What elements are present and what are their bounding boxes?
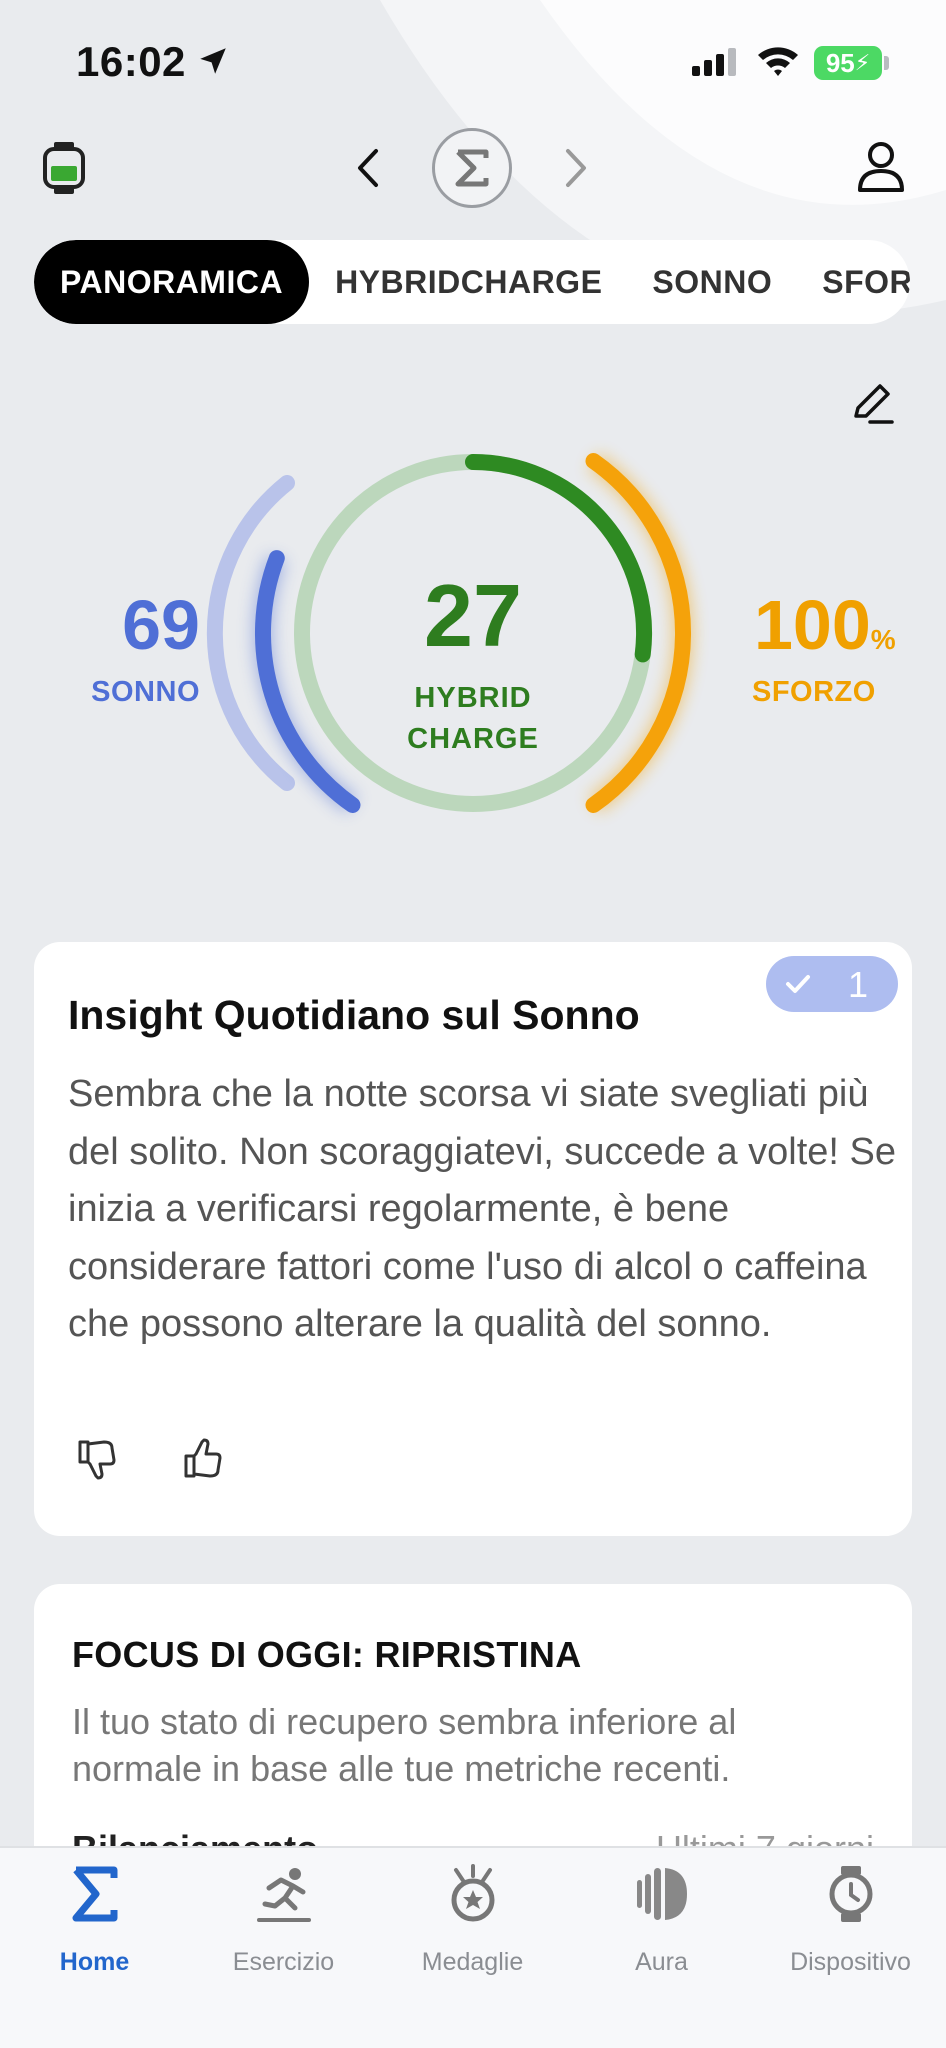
aura-icon [637, 1868, 687, 1920]
nav-home-label: Home [59, 1948, 130, 1976]
effort-score[interactable]: 100% [754, 585, 896, 665]
tab-sforzo[interactable]: SFORZO [822, 240, 910, 324]
sigma-glyph-icon [455, 149, 489, 187]
nav-device-label: Dispositivo [790, 1948, 911, 1976]
runner-icon [257, 1868, 311, 1922]
chevron-left-icon[interactable] [350, 145, 386, 191]
sleep-score[interactable]: 69 [100, 585, 200, 665]
tab-bar: PANORAMICA HYBRIDCHARGE SONNO SFORZO [34, 240, 910, 324]
hybrid-charge-label-line2: CHARGE [407, 723, 539, 755]
hybrid-charge-score[interactable]: 27 [373, 565, 573, 667]
edit-pencil-icon[interactable] [848, 380, 896, 428]
status-bar: 16:02 95 ⚡ [0, 0, 946, 120]
nav-exercise-label: Esercizio [232, 1948, 335, 1976]
watch-icon [829, 1866, 873, 1922]
chevron-right-icon[interactable] [558, 145, 594, 191]
location-arrow-icon [200, 48, 226, 74]
battery-indicator: 95 ⚡ [814, 46, 882, 80]
nav-aura[interactable]: Aura [567, 1848, 756, 2048]
effort-value: 100 [754, 586, 871, 664]
profile-icon[interactable] [856, 140, 906, 194]
nav-medals-label: Medaglie [421, 1948, 524, 1976]
tab-panoramica[interactable]: PANORAMICA [34, 240, 310, 324]
insight-text: Sembra che la notte scorsa vi siate sveg… [68, 1073, 897, 1345]
nav-device[interactable]: Dispositivo [756, 1848, 945, 2048]
sleep-arc-track [206, 475, 295, 791]
battery-level: 95 [825, 47, 855, 78]
battery-tip [884, 56, 889, 70]
sleep-label: SONNO [91, 676, 200, 708]
nav-aura-label: Aura [635, 1948, 688, 1976]
insight-badge-count: 1 [848, 964, 869, 1005]
insight-badge[interactable]: 1 [766, 956, 898, 1012]
sigma-logo-icon[interactable] [432, 128, 512, 208]
check-icon [786, 975, 810, 993]
nav-home[interactable]: Home [0, 1848, 189, 2048]
thumbs-up-icon[interactable] [180, 1436, 226, 1482]
hybrid-charge-label-line1: HYBRID [414, 682, 532, 714]
effort-unit: % [870, 624, 896, 655]
effort-label: SFORZO [752, 676, 876, 708]
bolt-icon: ⚡ [854, 50, 871, 75]
cellular-signal-icon [692, 48, 736, 76]
watch-battery-icon[interactable] [40, 140, 88, 196]
tab-hybridcharge[interactable]: HYBRIDCHARGE [335, 240, 602, 324]
wifi-icon [758, 47, 798, 76]
sigma-home-icon [72, 1866, 118, 1922]
nav-exercise[interactable]: Esercizio [189, 1848, 378, 2048]
insight-title: Insight Quotidiano sul Sonno [68, 992, 640, 1038]
tab-sonno[interactable]: SONNO [652, 240, 772, 324]
medal-icon [451, 1864, 495, 1922]
hybrid-charge-label: HYBRID CHARGE [373, 678, 573, 760]
thumbs-down-icon[interactable] [74, 1436, 120, 1482]
focus-title: FOCUS DI OGGI: RIPRISTINA [72, 1634, 582, 1675]
sleep-insight-card[interactable]: 1 Insight Quotidiano sul Sonno Sembra ch… [34, 942, 912, 1536]
focus-text: Il tuo stato di recupero sembra inferior… [72, 1701, 737, 1789]
status-time: 16:02 [76, 38, 186, 85]
bottom-navigation: Home Esercizio Medaglie Aura Dispositivo [0, 1846, 946, 2048]
nav-medals[interactable]: Medaglie [378, 1848, 567, 2048]
